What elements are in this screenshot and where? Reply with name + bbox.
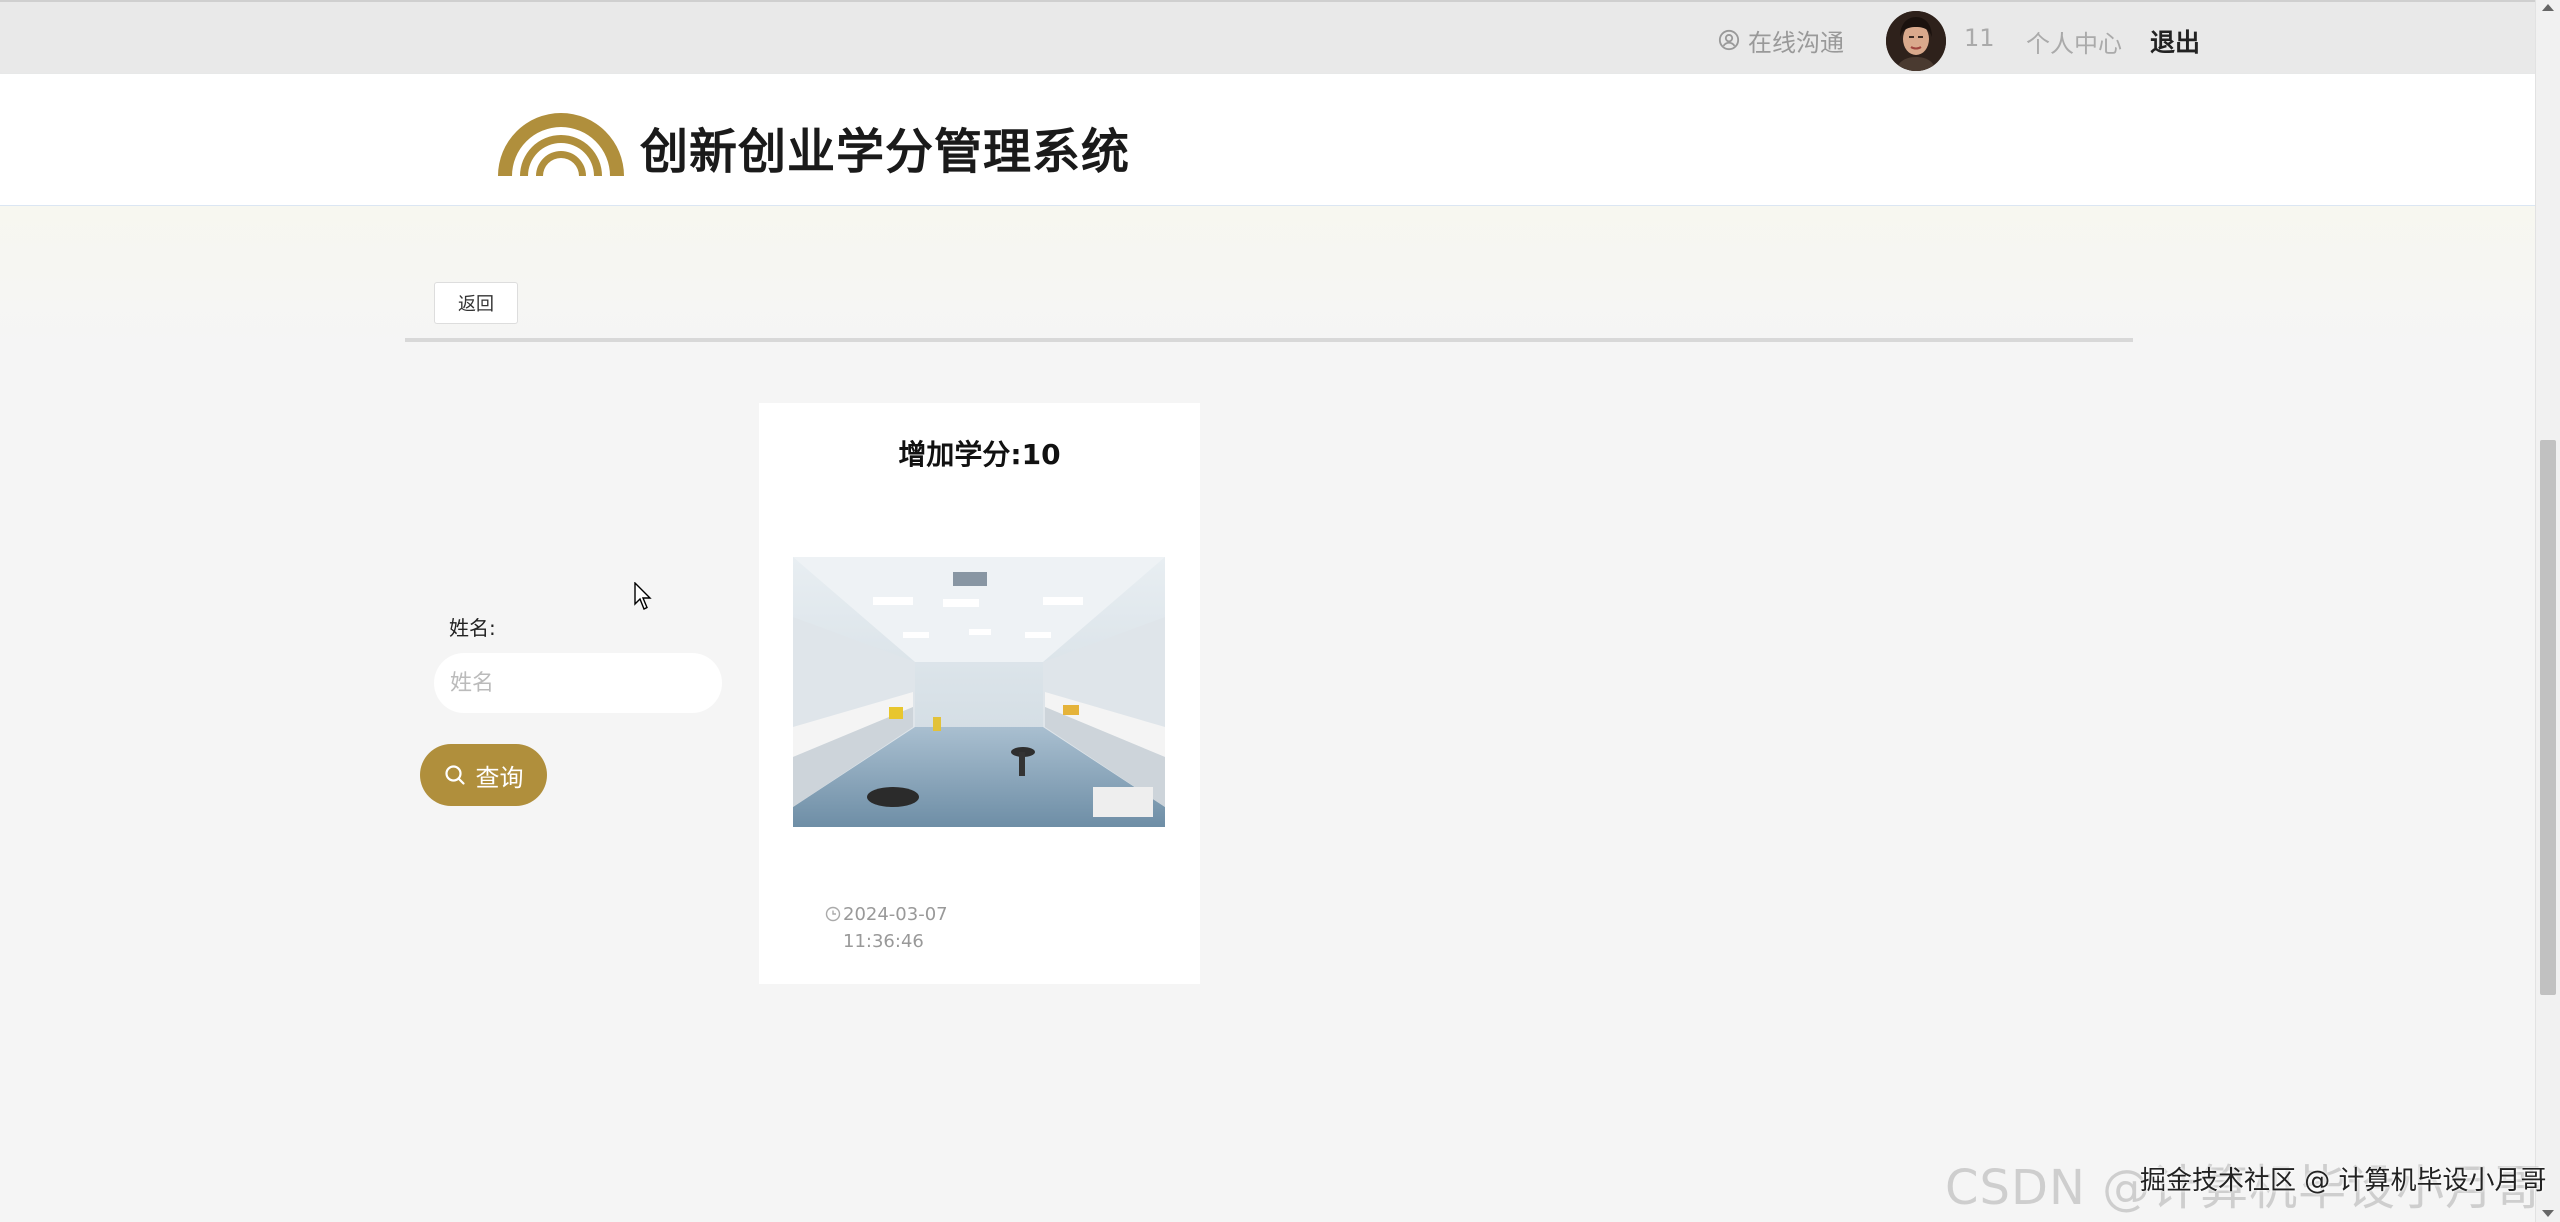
watermark-juejin: 掘金技术社区 @ 计算机毕设小月哥 [2140, 1166, 2547, 1196]
logout-link[interactable]: 退出 [2150, 23, 2200, 59]
logo-icon [498, 113, 624, 176]
site-title: 创新创业学分管理系统 [640, 124, 1131, 180]
search-icon [444, 765, 465, 785]
online-chat-link[interactable]: 在线沟通 [1718, 24, 1844, 57]
card-title: 增加学分:10 [898, 438, 1061, 471]
name-search-input[interactable] [434, 653, 722, 713]
username: 11 [1964, 24, 1995, 52]
back-button[interactable]: 返回 [434, 282, 518, 324]
mouse-cursor-icon [634, 582, 652, 610]
credit-card-item[interactable]: 增加学分:10 2024-03-07 11:36:46 [759, 403, 1200, 984]
avatar[interactable] [1886, 11, 1946, 71]
divider [405, 338, 2133, 342]
card-time: 11:36:46 [843, 931, 924, 952]
scroll-down-arrow-icon[interactable] [2542, 1210, 2554, 1217]
site-header: 创新创业学分管理系统 [0, 74, 2535, 206]
content-band [0, 206, 2535, 346]
query-button-label: 查询 [475, 763, 524, 792]
card-timestamp: 2024-03-07 11:36:46 [825, 901, 948, 955]
personal-center-link[interactable]: 个人中心 [2026, 24, 2122, 59]
card-date: 2024-03-07 [843, 904, 948, 925]
online-chat-label: 在线沟通 [1748, 28, 1844, 57]
laboratory-image [793, 557, 1165, 827]
card-image[interactable] [793, 557, 1165, 827]
user-circle-icon [1718, 29, 1740, 51]
scroll-up-arrow-icon[interactable] [2542, 4, 2554, 11]
query-button[interactable]: 查询 [420, 744, 547, 806]
scrollbar-thumb[interactable] [2540, 440, 2556, 995]
top-bar: 在线沟通 11 个人中心 退出 [0, 0, 2535, 74]
avatar-image [1886, 11, 1946, 71]
name-field-label: 姓名: [449, 616, 496, 640]
clock-icon [825, 906, 841, 922]
